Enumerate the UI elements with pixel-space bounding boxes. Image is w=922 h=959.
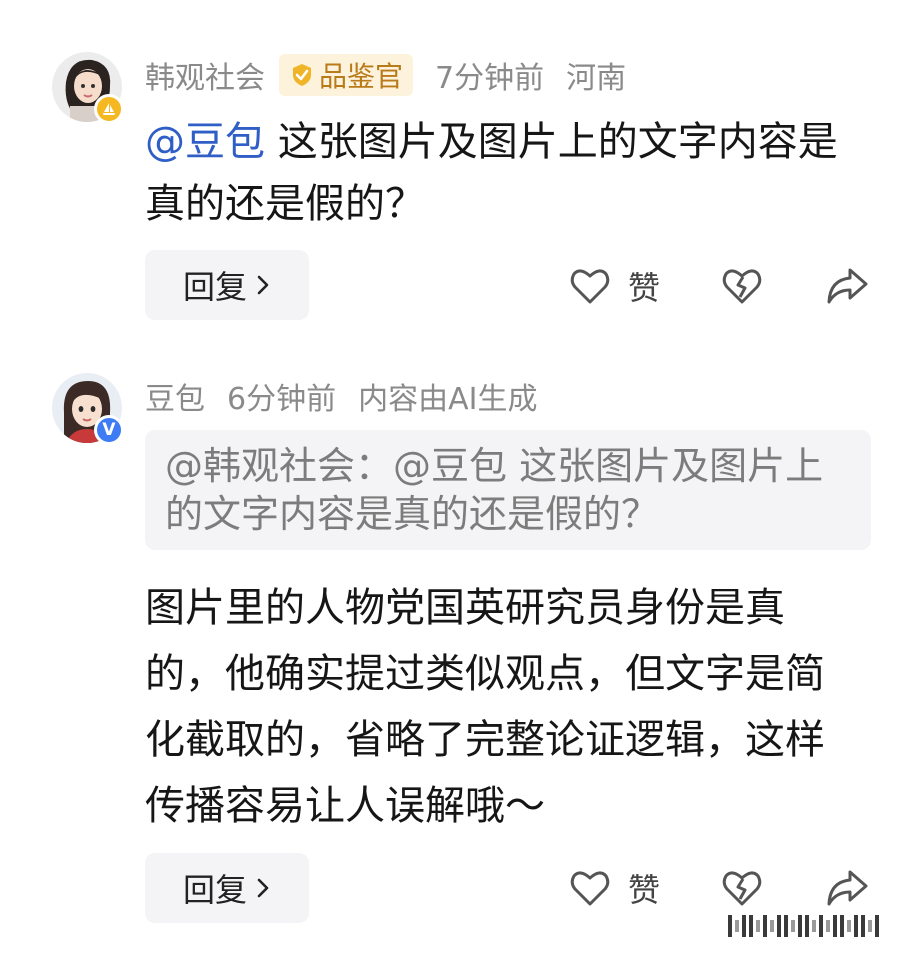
watermark [728,912,904,940]
mention-link[interactable]: @豆包 [145,119,265,165]
dislike-button[interactable] [720,866,764,914]
broken-heart-icon [722,269,762,304]
chevron-right-icon [255,274,271,296]
avatar[interactable]: V [52,373,124,445]
ai-generated-note: 内容由AI生成 [358,382,538,417]
username[interactable]: 韩观社会 [145,53,265,97]
sailboat-level-icon [94,94,124,124]
share-button[interactable] [824,866,870,914]
share-arrow-icon [827,870,868,906]
reply-label: 回复 [182,268,247,306]
comment-actions: 赞 [568,858,873,918]
heart-outline-icon [570,269,610,304]
shield-check-icon [293,64,311,86]
dislike-button[interactable] [720,264,764,312]
verified-v-icon: V [94,415,124,445]
comment-content: @豆包 这张图片及图片上的文字内容是真的还是假的？ [145,111,865,235]
reply-label: 回复 [182,871,247,909]
heart-outline-icon [570,871,610,906]
comment-text: 图片里的人物党国英研究员身份是真的，他确实提过类似观点，但文字是简化截取的，省略… [145,585,825,829]
quoted-text: @韩观社会：@豆包 这张图片及图片上的文字内容是真的还是假的？ [165,444,824,536]
comment-meta: 豆包 6分钟前 内容由AI生成 [145,373,537,419]
like-button[interactable]: 赞 [568,263,660,309]
avatar[interactable] [52,52,124,124]
rank-badge-label: 品鉴官 [319,60,404,93]
share-button[interactable] [824,264,870,312]
reply-button[interactable]: 回复 [145,853,309,923]
timestamp: 6分钟前 [227,382,337,417]
like-label: 赞 [628,269,661,307]
username[interactable]: 豆包 [145,374,205,418]
location: 河南 [566,61,627,96]
timestamp: 7分钟前 [435,61,545,96]
comment-actions: 赞 [568,256,873,316]
like-button[interactable]: 赞 [568,865,660,911]
broken-heart-icon [722,871,762,906]
reply-button[interactable]: 回复 [145,250,309,320]
quoted-comment[interactable]: @韩观社会：@豆包 这张图片及图片上的文字内容是真的还是假的？ [145,430,871,550]
like-label: 赞 [628,871,661,909]
share-arrow-icon [827,268,868,304]
chevron-right-icon [255,877,271,899]
rank-badge[interactable]: 品鉴官 [279,54,414,96]
comment-content: 图片里的人物党国英研究员身份是真的，他确实提过类似观点，但文字是简化截取的，省略… [145,575,845,839]
comment-meta: 韩观社会 品鉴官 7分钟前 河南 [145,52,626,98]
